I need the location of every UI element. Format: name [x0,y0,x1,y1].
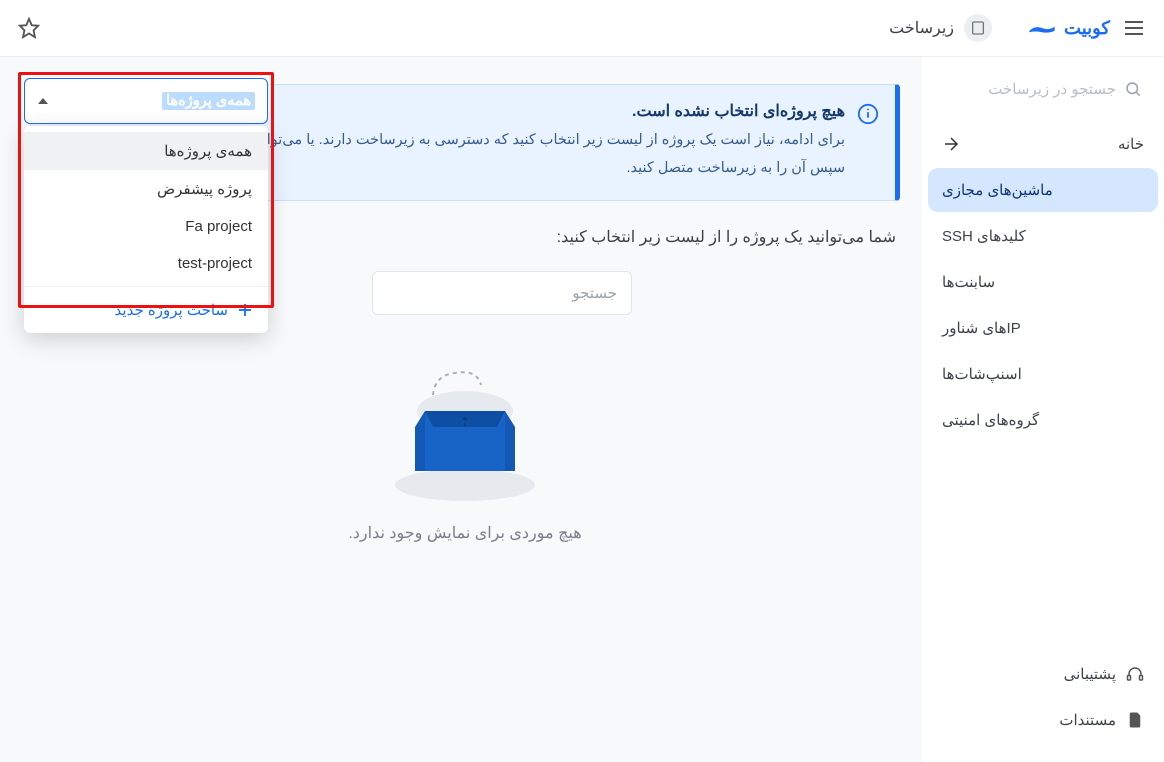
project-option[interactable]: test-project [24,245,268,282]
sidebar-docs-label: مستندات [1059,711,1116,729]
sidebar-item-label: کلیدهای SSH [942,227,1026,245]
empty-state-text: هیچ موردی برای نمایش وجود ندارد. [348,523,581,543]
project-select-area: همه‌ی پروژه‌ها همه‌ی پروژه‌ها پروژه پیشف… [24,78,268,124]
project-search-input[interactable] [372,271,632,315]
info-icon [857,103,879,125]
arrow-back-icon [942,135,960,153]
brand-text: کوبیت [1064,18,1110,39]
main-content: هیچ پروژه‌ای انتخاب نشده است. برای ادامه… [0,56,922,762]
sidebar-item-security-groups[interactable]: گروه‌های امنیتی [928,398,1158,442]
sidebar-item-label: IPهای شناور [942,319,1021,337]
sidebar-search[interactable] [936,74,1150,104]
brand[interactable]: کوبیت [1028,18,1110,39]
project-select-value: همه‌ی پروژه‌ها [162,92,255,110]
sidebar: خانه ماشین‌های مجازی کلیدهای SSH سابنت‌ه… [922,56,1164,762]
sidebar-item-snapshots[interactable]: اسنپ‌شات‌ها [928,352,1158,396]
sidebar-item-label: گروه‌های امنیتی [942,411,1039,429]
sidebar-home[interactable]: خانه [928,122,1158,166]
project-option[interactable]: Fa project [24,208,268,245]
empty-box-icon [385,355,545,505]
breadcrumb-text: زیرساخت [889,18,954,38]
search-icon [1124,80,1142,98]
project-dropdown: همه‌ی پروژه‌ها پروژه پیشفرض Fa project t… [24,126,268,333]
document-icon [1126,711,1144,729]
sidebar-item-ssh[interactable]: کلیدهای SSH [928,214,1158,258]
project-select[interactable]: همه‌ی پروژه‌ها [24,78,268,124]
sidebar-support-label: پشتیبانی [1064,665,1116,683]
plus-icon [236,301,254,319]
brand-logo-icon [1028,20,1056,36]
sidebar-item-vms[interactable]: ماشین‌های مجازی [928,168,1158,212]
topbar: کوبیت زیرساخت [0,0,1164,56]
new-project-button[interactable]: ساخت پروژه جدید [24,291,268,329]
sidebar-item-label: ماشین‌های مجازی [942,181,1053,199]
hamburger-icon[interactable] [1122,16,1146,40]
new-project-label: ساخت پروژه جدید [115,301,228,319]
sidebar-item-label: سابنت‌ها [942,273,995,291]
sidebar-home-label: خانه [1118,135,1144,153]
project-option[interactable]: پروژه پیشفرض [24,170,268,208]
star-icon[interactable] [18,17,40,39]
sidebar-docs[interactable]: مستندات [928,700,1158,740]
divider [24,286,268,287]
sidebar-item-subnets[interactable]: سابنت‌ها [928,260,1158,304]
sidebar-item-floating-ips[interactable]: IPهای شناور [928,306,1158,350]
headset-icon [1126,665,1144,683]
sidebar-support[interactable]: پشتیبانی [928,654,1158,694]
project-option[interactable]: همه‌ی پروژه‌ها [24,132,268,170]
breadcrumb: زیرساخت [889,14,992,42]
building-icon [964,14,992,42]
caret-up-icon [37,95,49,107]
sidebar-item-label: اسنپ‌شات‌ها [942,365,1022,383]
empty-state: هیچ موردی برای نمایش وجود ندارد. [30,355,900,543]
sidebar-search-input[interactable] [917,81,1116,98]
